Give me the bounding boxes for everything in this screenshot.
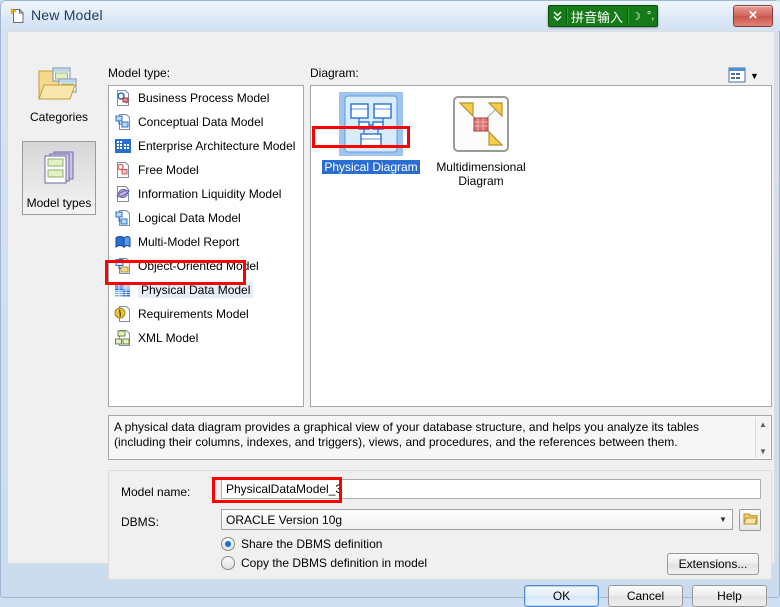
free-model-icon [114, 161, 132, 179]
model-name-input[interactable]: PhysicalDataModel_3 [221, 479, 761, 499]
folder-windows-icon [37, 63, 81, 108]
diagram-label: Diagram: [310, 66, 359, 80]
sidebar-item-model-types[interactable]: Model types [22, 141, 96, 215]
list-item[interactable]: Business Process Model [109, 86, 303, 110]
close-button[interactable]: ✕ [733, 5, 773, 27]
stacked-windows-icon [37, 149, 81, 194]
list-item-label: Free Model [138, 163, 199, 177]
model-type-list[interactable]: Business Process Model Conceptual Data M… [108, 85, 304, 407]
enterprise-architecture-icon [114, 137, 132, 155]
model-settings-group: Model name: PhysicalDataModel_3 DBMS: OR… [108, 470, 772, 580]
list-item-label: Information Liquidity Model [138, 187, 282, 201]
description-box: A physical data diagram provides a graph… [108, 415, 772, 460]
new-model-dialog: New Model 拼音输入 ☽ °, ✕ Categories Model t… [0, 0, 780, 607]
list-item[interactable]: Free Model [109, 158, 303, 182]
ime-toolbar[interactable]: 拼音输入 ☽ °, [548, 5, 659, 27]
list-item[interactable]: Multi-Model Report [109, 230, 303, 254]
requirements-icon [114, 305, 132, 323]
list-item-label: Requirements Model [138, 307, 249, 321]
list-item-label: Object-Oriented Model [138, 259, 259, 273]
multi-model-report-icon [114, 233, 132, 251]
multidimensional-diagram-thumb [449, 92, 513, 156]
diagram-list[interactable]: Physical Diagram Multidimensional Diagra… [310, 85, 772, 407]
sidebar-item-label: Categories [29, 110, 89, 124]
dbms-label: DBMS: [121, 515, 160, 529]
scroll-up-icon[interactable]: ▲ [756, 417, 770, 431]
list-item[interactable]: Information Liquidity Model [109, 182, 303, 206]
window-title: New Model [31, 7, 103, 23]
list-item-label: Conceptual Data Model [138, 115, 264, 129]
list-view-icon[interactable] [728, 66, 746, 87]
physical-data-icon [114, 281, 132, 299]
sidebar-item-label: Model types [26, 196, 92, 210]
ok-button[interactable]: OK [524, 585, 599, 607]
physical-diagram-thumb [339, 92, 403, 156]
dbms-selected-value: ORACLE Version 10g [226, 512, 343, 527]
folder-icon [742, 512, 758, 528]
help-button[interactable]: Help [692, 585, 767, 607]
list-item-physical-data-model[interactable]: Physical Data Model [109, 278, 303, 302]
list-item-label: Enterprise Architecture Model [138, 139, 296, 153]
xml-model-icon [114, 329, 132, 347]
business-process-icon [114, 89, 132, 107]
list-item[interactable]: Requirements Model [109, 302, 303, 326]
extensions-button[interactable]: Extensions... [667, 553, 759, 575]
description-text: A physical data diagram provides a graph… [114, 420, 699, 449]
list-item-label: Physical Data Model [138, 282, 254, 298]
dbms-browse-button[interactable] [739, 509, 761, 531]
list-item[interactable]: Conceptual Data Model [109, 110, 303, 134]
title-bar: New Model 拼音输入 ☽ °, ✕ [1, 1, 780, 31]
list-item[interactable]: XML Model [109, 326, 303, 350]
cancel-button[interactable]: Cancel [608, 585, 683, 607]
model-type-label: Model type: [108, 66, 171, 80]
list-item[interactable]: Logical Data Model [109, 206, 303, 230]
list-item-label: Logical Data Model [138, 211, 241, 225]
list-item[interactable]: Enterprise Architecture Model [109, 134, 303, 158]
list-item-label: Multi-Model Report [138, 235, 240, 249]
ime-mode-label[interactable]: 拼音输入 [567, 7, 627, 25]
radio-indicator[interactable] [221, 556, 235, 570]
radio-share-label: Share the DBMS definition [241, 537, 383, 551]
chevron-double-down-icon[interactable] [549, 7, 566, 25]
diagram-item-label: Physical Diagram [322, 160, 420, 174]
logical-data-icon [114, 209, 132, 227]
chevron-down-icon[interactable]: ▼ [714, 510, 732, 529]
list-item-label: Business Process Model [138, 91, 270, 105]
sidebar-item-categories[interactable]: Categories [22, 54, 96, 128]
radio-share-dbms[interactable]: Share the DBMS definition [221, 537, 382, 551]
scroll-down-icon[interactable]: ▼ [756, 444, 770, 458]
radio-copy-label: Copy the DBMS definition in model [241, 556, 428, 570]
chevron-down-icon[interactable]: ▼ [750, 71, 759, 81]
dialog-body: Categories Model types Model type: Diagr… [7, 31, 775, 607]
new-document-icon [10, 8, 26, 24]
diagram-item-label: Multidimensional Diagram [436, 160, 526, 188]
list-item-label: XML Model [138, 331, 199, 345]
ime-moon-icon[interactable]: ☽ [628, 7, 644, 25]
ime-punctuation-icon[interactable]: °, [644, 7, 657, 25]
diagram-item-physical[interactable]: Physical Diagram [319, 92, 423, 174]
radio-copy-dbms[interactable]: Copy the DBMS definition in model [221, 556, 427, 570]
radio-indicator[interactable] [221, 537, 235, 551]
description-scrollbar[interactable]: ▲ ▼ [755, 417, 770, 458]
diagram-item-multidimensional[interactable]: Multidimensional Diagram [429, 92, 533, 188]
sidebar: Categories Model types [12, 36, 102, 381]
object-oriented-icon [114, 257, 132, 275]
information-liquidity-icon [114, 185, 132, 203]
conceptual-data-icon [114, 113, 132, 131]
dbms-combobox[interactable]: ORACLE Version 10g ▼ [221, 509, 733, 530]
list-item[interactable]: Object-Oriented Model [109, 254, 303, 278]
view-mode-button[interactable]: ▼ [728, 65, 770, 87]
model-name-label: Model name: [121, 485, 191, 499]
